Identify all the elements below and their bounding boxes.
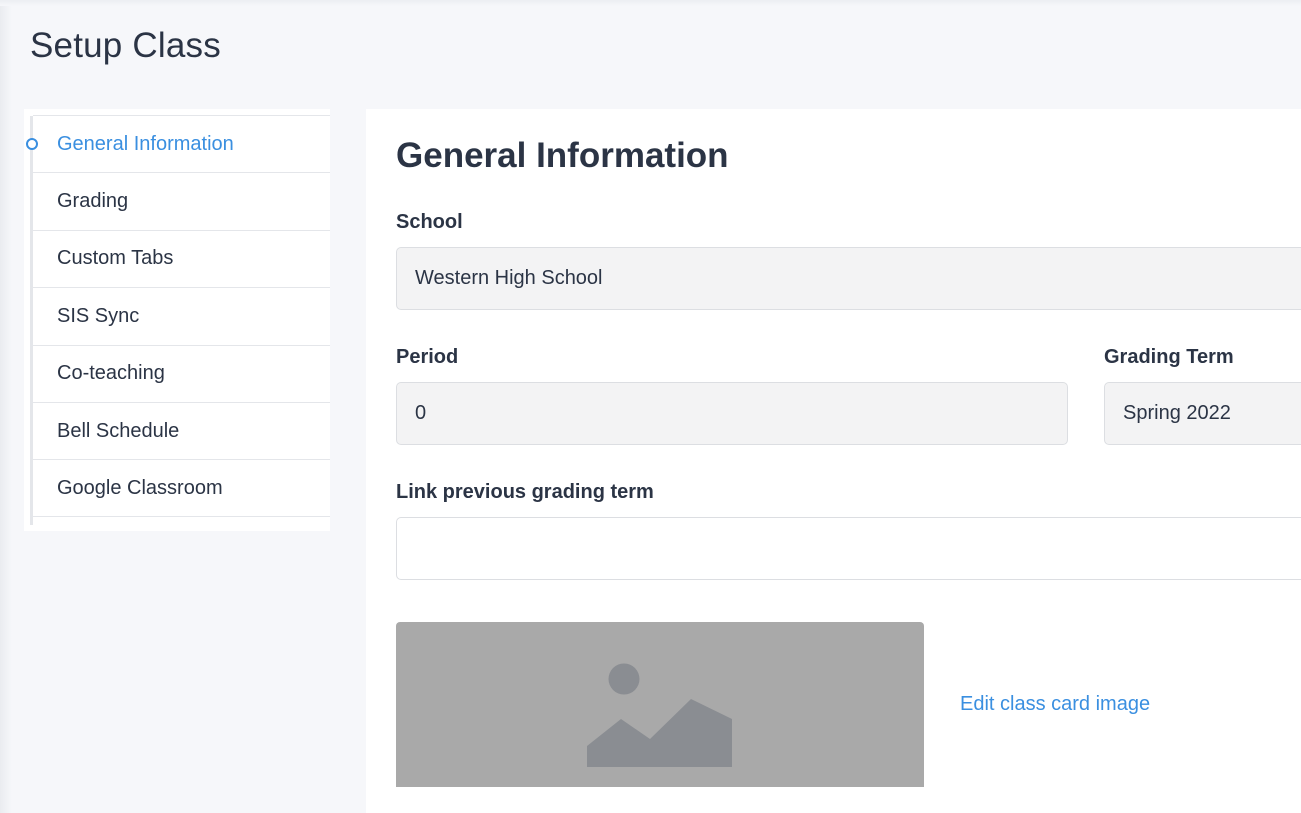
top-edge-shadow <box>0 0 1301 6</box>
sidebar-item-label: SIS Sync <box>57 304 140 327</box>
sidebar-item-label: Co-teaching <box>57 362 165 385</box>
grading-term-value: Spring 2022 <box>1123 402 1231 424</box>
left-edge-shadow <box>0 0 12 813</box>
grading-term-label: Grading Term <box>1104 346 1234 368</box>
sidebar-item-google-classroom[interactable]: Google Classroom <box>33 459 330 517</box>
period-field[interactable]: 0 <box>396 382 1068 445</box>
sidebar-item-label: Custom Tabs <box>57 247 174 270</box>
sidebar-item-label: General Information <box>57 132 234 155</box>
edit-class-card-image-link[interactable]: Edit class card image <box>960 693 1150 716</box>
sidebar-item-sis-sync[interactable]: SIS Sync <box>33 287 330 344</box>
sidebar-item-label: Bell Schedule <box>57 419 180 442</box>
image-placeholder-icon <box>587 663 732 767</box>
sidebar-item-label: Grading <box>57 190 129 213</box>
sidebar-item-grading[interactable]: Grading <box>33 172 330 229</box>
school-value: Western High School <box>415 267 603 289</box>
sidebar-nav-list: General Information Grading Custom Tabs … <box>33 115 330 517</box>
class-card-image <box>396 622 924 787</box>
grading-term-field[interactable]: Spring 2022 <box>1104 382 1301 445</box>
period-value: 0 <box>415 402 427 424</box>
period-label: Period <box>396 346 459 368</box>
link-previous-grading-term-select[interactable] <box>396 517 1301 580</box>
circle-marker-icon <box>26 138 38 150</box>
sidebar-item-custom-tabs[interactable]: Custom Tabs <box>33 229 330 287</box>
sidebar-item-label: Google Classroom <box>57 476 223 499</box>
sidebar-item-general-information[interactable]: General Information <box>33 115 330 172</box>
school-label: School <box>396 211 463 233</box>
sidebar-item-bell-schedule[interactable]: Bell Schedule <box>33 401 330 459</box>
school-field[interactable]: Western High School <box>396 247 1301 310</box>
sidebar-item-co-teaching[interactable]: Co-teaching <box>33 344 330 402</box>
page-title: Setup Class <box>30 26 221 65</box>
link-previous-grading-term-label: Link previous grading term <box>396 481 654 503</box>
section-title: General Information <box>396 136 729 175</box>
